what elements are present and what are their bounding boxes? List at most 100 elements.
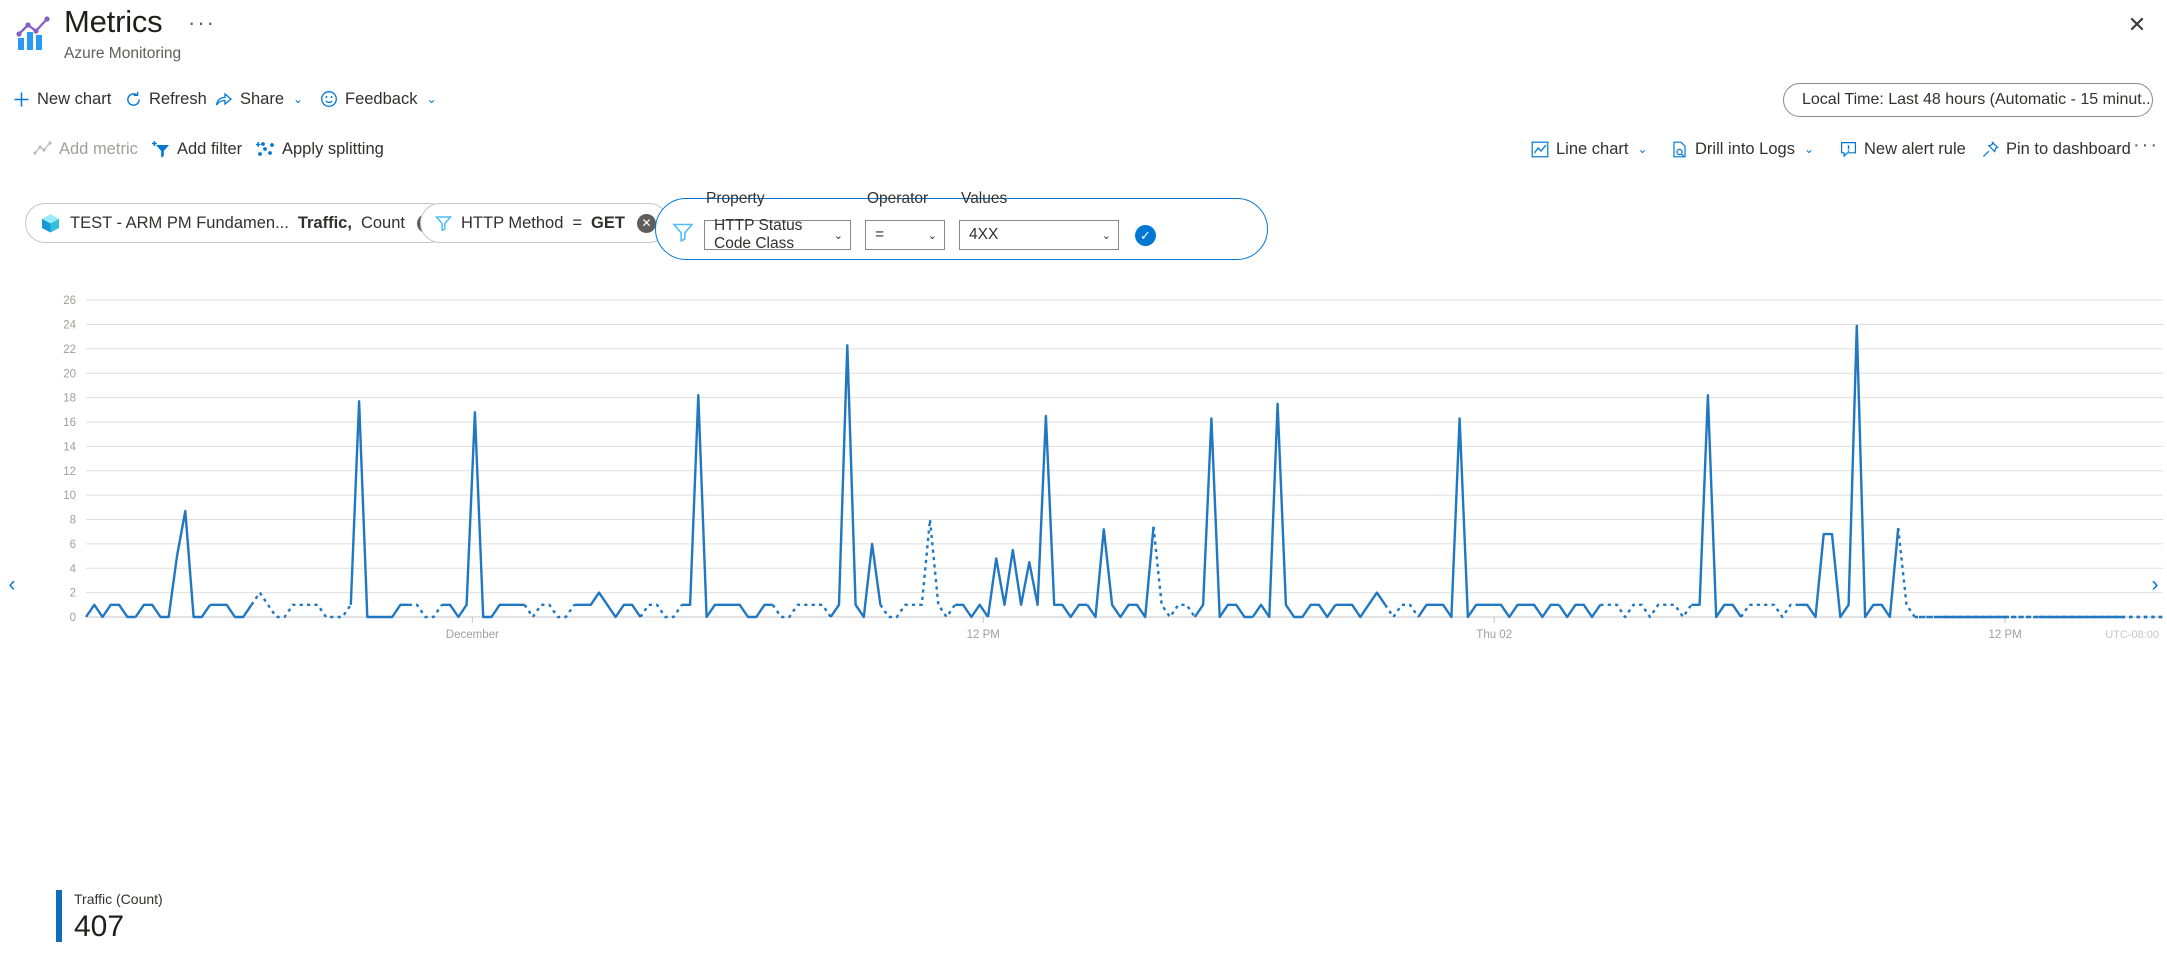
filter-property-select[interactable]: HTTP Status Code Class ⌄ — [704, 217, 851, 252]
svg-text:6: 6 — [70, 539, 76, 551]
filter-confirm-button[interactable]: ✓ — [1135, 225, 1156, 246]
svg-text:12 PM: 12 PM — [967, 629, 1000, 641]
svg-text:22: 22 — [63, 344, 76, 356]
chart-legend: Traffic (Count) 407 — [56, 890, 163, 944]
chevron-down-icon: ⌄ — [293, 92, 304, 106]
metric-chip[interactable]: TEST - ARM PM Fundamen... Traffic, Count… — [25, 203, 449, 243]
pin-to-dashboard-button[interactable]: Pin to dashboard — [1975, 133, 2138, 165]
legend-series-value: 407 — [74, 910, 125, 943]
drill-into-logs-button[interactable]: Drill into Logs ⌄ — [1664, 133, 1821, 165]
svg-text:UTC-08:00: UTC-08:00 — [2105, 629, 2159, 641]
filter-funnel-icon — [435, 215, 452, 231]
chevron-down-icon: ⌄ — [1101, 229, 1111, 242]
page-title: Metrics — [64, 4, 163, 39]
filter-property-label: Property — [706, 190, 765, 207]
svg-text:20: 20 — [63, 368, 76, 380]
plus-icon — [13, 91, 30, 108]
filter-values-label: Values — [961, 190, 1008, 207]
metrics-chart-icon — [14, 14, 54, 54]
chevron-down-icon: ⌄ — [927, 229, 937, 242]
time-range-label: Local Time: Last 48 hours (Automatic - 1… — [1802, 91, 2153, 108]
svg-text:16: 16 — [63, 417, 76, 429]
filter-chip-property: HTTP Method — [461, 213, 564, 232]
filter-operator-label: Operator — [867, 190, 929, 207]
refresh-button[interactable]: Refresh — [118, 83, 214, 115]
chart-canvas[interactable]: 02468101214161820222426December 12 PM Thu … — [0, 280, 2167, 900]
drill-into-logs-label: Drill into Logs — [1695, 139, 1795, 158]
resource-cube-icon — [40, 213, 61, 234]
filter-property-value: HTTP Status Code Class — [714, 217, 803, 252]
svg-text:24: 24 — [63, 320, 76, 332]
svg-text:8: 8 — [70, 515, 76, 527]
legend-series-name: Traffic (Count) — [74, 891, 163, 907]
chevron-down-icon: ⌄ — [426, 92, 437, 106]
metric-chip-aggregation: Count — [360, 213, 405, 232]
filter-property-field: Property HTTP Status Code Class ⌄ — [704, 190, 851, 252]
svg-text:14: 14 — [63, 441, 76, 453]
add-filter-button[interactable]: Add filter — [144, 133, 249, 165]
svg-text:18: 18 — [63, 393, 76, 405]
svg-text:4: 4 — [70, 563, 77, 575]
add-metric-label: Add metric — [59, 139, 138, 158]
metric-chip-resource: TEST - ARM PM Fundamen... — [70, 213, 289, 232]
add-filter-label: Add filter — [177, 139, 243, 158]
page-subtitle: Azure Monitoring — [64, 45, 182, 62]
filter-values-value: 4XX — [969, 226, 999, 243]
share-label: Share — [240, 89, 285, 108]
feedback-button[interactable]: Feedback ⌄ — [313, 83, 444, 115]
svg-text:12 PM: 12 PM — [1989, 629, 2022, 641]
refresh-icon — [125, 91, 142, 108]
line-chart-icon — [1531, 141, 1549, 158]
new-alert-rule-label: New alert rule — [1864, 139, 1966, 158]
filter-operator-field: Operator = ⌄ — [865, 190, 945, 250]
filter-chip-value: GET — [591, 213, 625, 232]
time-range-picker[interactable]: Local Time: Last 48 hours (Automatic - 1… — [1783, 83, 2153, 117]
new-alert-rule-button[interactable]: New alert rule — [1833, 133, 1973, 165]
line-chart-button[interactable]: Line chart ⌄ — [1524, 133, 1655, 165]
line-chart-label: Line chart — [1556, 139, 1629, 158]
share-icon — [215, 91, 233, 108]
filter-values-field: Values 4XX ⌄ — [959, 190, 1119, 250]
svg-text:2: 2 — [70, 588, 76, 600]
toolbar-overflow-button[interactable]: ··· — [2126, 129, 2166, 161]
add-metric-icon — [33, 141, 52, 157]
share-button[interactable]: Share ⌄ — [208, 83, 310, 115]
add-metric-button[interactable]: Add metric — [26, 133, 145, 165]
filter-operator-select[interactable]: = ⌄ — [865, 220, 945, 250]
new-chart-label: New chart — [37, 89, 112, 108]
page-header: Metrics ··· Azure Monitoring ✕ — [0, 0, 2167, 74]
close-icon[interactable]: ✕ — [2119, 8, 2155, 42]
pin-icon — [1982, 140, 1999, 158]
pin-to-dashboard-label: Pin to dashboard — [2006, 139, 2131, 158]
alert-icon — [1840, 141, 1857, 158]
add-filter-icon — [151, 140, 170, 158]
svg-text:10: 10 — [63, 490, 76, 502]
legend-color-swatch — [56, 890, 62, 942]
chart-prev-button[interactable]: ‹ — [0, 565, 24, 605]
filter-funnel-icon — [672, 222, 694, 247]
chevron-down-icon: ⌄ — [833, 229, 843, 242]
primary-toolbar: New chart Refresh Share ⌄ Feedback ⌄ Loc… — [0, 80, 2167, 122]
header-more-button[interactable]: ··· — [188, 12, 216, 34]
metrics-page: Metrics ··· Azure Monitoring ✕ New chart… — [0, 0, 2167, 967]
filter-values-select[interactable]: 4XX ⌄ — [959, 220, 1119, 250]
svg-text:December: December — [446, 629, 499, 641]
metrics-chart: 0 2 4 6 8 10 12 14 16 18 20 22 24 26 December 12 PM Thu … — [0, 280, 2167, 900]
filter-chip-http-method[interactable]: HTTP Method = GET ✕ — [420, 203, 669, 243]
apply-splitting-icon — [256, 141, 275, 158]
svg-text:12: 12 — [63, 466, 76, 478]
remove-filter-chip-icon[interactable]: ✕ — [636, 213, 656, 233]
metric-chip-metric: Traffic, — [297, 213, 352, 232]
filter-operator-value: = — [875, 226, 885, 243]
drill-into-logs-icon — [1671, 141, 1688, 158]
new-chart-button[interactable]: New chart — [6, 83, 118, 115]
svg-text:26: 26 — [63, 295, 76, 307]
chart-next-button[interactable]: › — [2143, 565, 2167, 605]
feedback-label: Feedback — [345, 89, 418, 108]
feedback-smiley-icon — [320, 90, 338, 108]
apply-splitting-button[interactable]: Apply splitting — [249, 133, 391, 165]
chevron-down-icon: ⌄ — [1637, 142, 1648, 156]
refresh-label: Refresh — [149, 89, 207, 108]
svg-text:Thu 02: Thu 02 — [1476, 629, 1512, 641]
chevron-down-icon: ⌄ — [1803, 142, 1815, 156]
